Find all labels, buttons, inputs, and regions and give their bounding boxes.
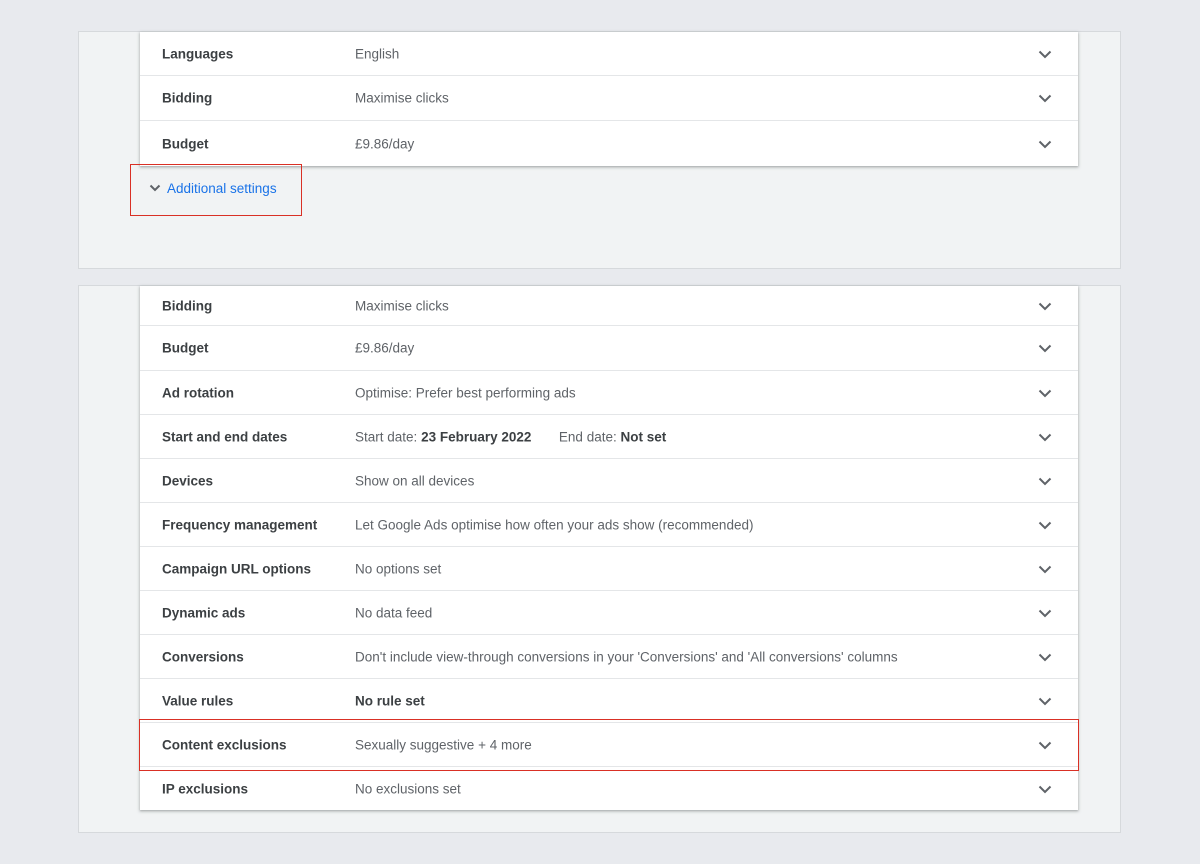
setting-value: No exclusions set [355,781,461,796]
chevron-down-icon[interactable] [1036,780,1054,798]
chevron-down-icon[interactable] [1036,428,1054,446]
setting-value: £9.86/day [355,340,415,356]
setting-label: Devices [162,473,214,488]
chevron-down-icon[interactable] [1036,604,1054,622]
chevron-down-icon[interactable] [1036,89,1054,107]
setting-row-value-rules[interactable]: Value rules No rule set [140,679,1078,723]
setting-row-languages[interactable]: Languages English [140,32,1078,76]
setting-value: Let Google Ads optimise how often your a… [355,517,754,532]
setting-row-content-exclusions[interactable]: Content exclusions Sexually suggestive +… [140,723,1078,767]
setting-row-ad-rotation[interactable]: Ad rotation Optimise: Prefer best perfor… [140,371,1078,415]
settings-card-top: Languages English Bidding Maximise click… [140,32,1078,166]
chevron-down-icon[interactable] [1036,516,1054,534]
setting-row-budget[interactable]: Budget £9.86/day [140,121,1078,166]
setting-label: Value rules [162,693,234,708]
setting-value: Maximise clicks [355,90,449,106]
setting-value: No data feed [355,605,433,620]
setting-label: Dynamic ads [162,605,246,620]
chevron-down-icon[interactable] [1036,648,1054,666]
setting-value: No options set [355,561,442,576]
setting-value: Maximise clicks [355,298,449,313]
setting-label: Conversions [162,649,244,664]
settings-panel-bottom: Bidding Maximise clicks Budget £9.86/day… [78,285,1121,833]
setting-value-dates: Start date: 23 February 2022 End date: N… [355,429,666,444]
setting-row-bidding[interactable]: Bidding Maximise clicks [140,286,1078,326]
setting-row-budget[interactable]: Budget £9.86/day [140,326,1078,371]
setting-label: Bidding [162,298,213,313]
setting-row-campaign-url-options[interactable]: Campaign URL options No options set [140,547,1078,591]
setting-value: £9.86/day [355,136,415,151]
chevron-down-icon[interactable] [1036,384,1054,402]
setting-value: English [355,46,400,61]
end-date-value: Not set [620,429,667,444]
setting-row-frequency-management[interactable]: Frequency management Let Google Ads opti… [140,503,1078,547]
setting-row-start-end-dates[interactable]: Start and end dates Start date: 23 Febru… [140,415,1078,459]
chevron-down-icon[interactable] [1036,135,1054,153]
chevron-down-icon [147,180,163,196]
setting-label: Budget [162,340,209,356]
setting-label: Campaign URL options [162,561,312,576]
setting-label: Content exclusions [162,737,287,752]
setting-label: IP exclusions [162,781,249,796]
chevron-down-icon[interactable] [1036,736,1054,754]
setting-label: Start and end dates [162,429,288,444]
chevron-down-icon[interactable] [1036,472,1054,490]
setting-row-dynamic-ads[interactable]: Dynamic ads No data feed [140,591,1078,635]
setting-value: No rule set [355,693,425,708]
setting-value: Optimise: Prefer best performing ads [355,385,576,400]
setting-label: Budget [162,136,209,151]
setting-row-bidding[interactable]: Bidding Maximise clicks [140,76,1078,121]
start-date-value: 23 February 2022 [421,429,532,444]
setting-label: Frequency management [162,517,318,532]
setting-label: Languages [162,46,234,61]
setting-value: Show on all devices [355,473,475,488]
chevron-down-icon[interactable] [1036,339,1054,357]
setting-label: Bidding [162,90,213,106]
settings-panel-top: Languages English Bidding Maximise click… [78,31,1121,269]
setting-row-conversions[interactable]: Conversions Don't include view-through c… [140,635,1078,679]
settings-card-bottom: Bidding Maximise clicks Budget £9.86/day… [140,286,1078,810]
start-date-prefix: Start date: [355,429,418,444]
setting-value: Don't include view-through conversions i… [355,649,898,664]
chevron-down-icon[interactable] [1036,297,1054,315]
chevron-down-icon[interactable] [1036,560,1054,578]
setting-row-devices[interactable]: Devices Show on all devices [140,459,1078,503]
setting-value: Sexually suggestive + 4 more [355,737,532,752]
chevron-down-icon[interactable] [1036,692,1054,710]
additional-settings-label: Additional settings [167,180,277,196]
setting-row-ip-exclusions[interactable]: IP exclusions No exclusions set [140,767,1078,810]
end-date-prefix: End date: [558,429,617,444]
additional-settings-link[interactable]: Additional settings [147,180,277,196]
chevron-down-icon[interactable] [1036,45,1054,63]
setting-label: Ad rotation [162,385,234,400]
